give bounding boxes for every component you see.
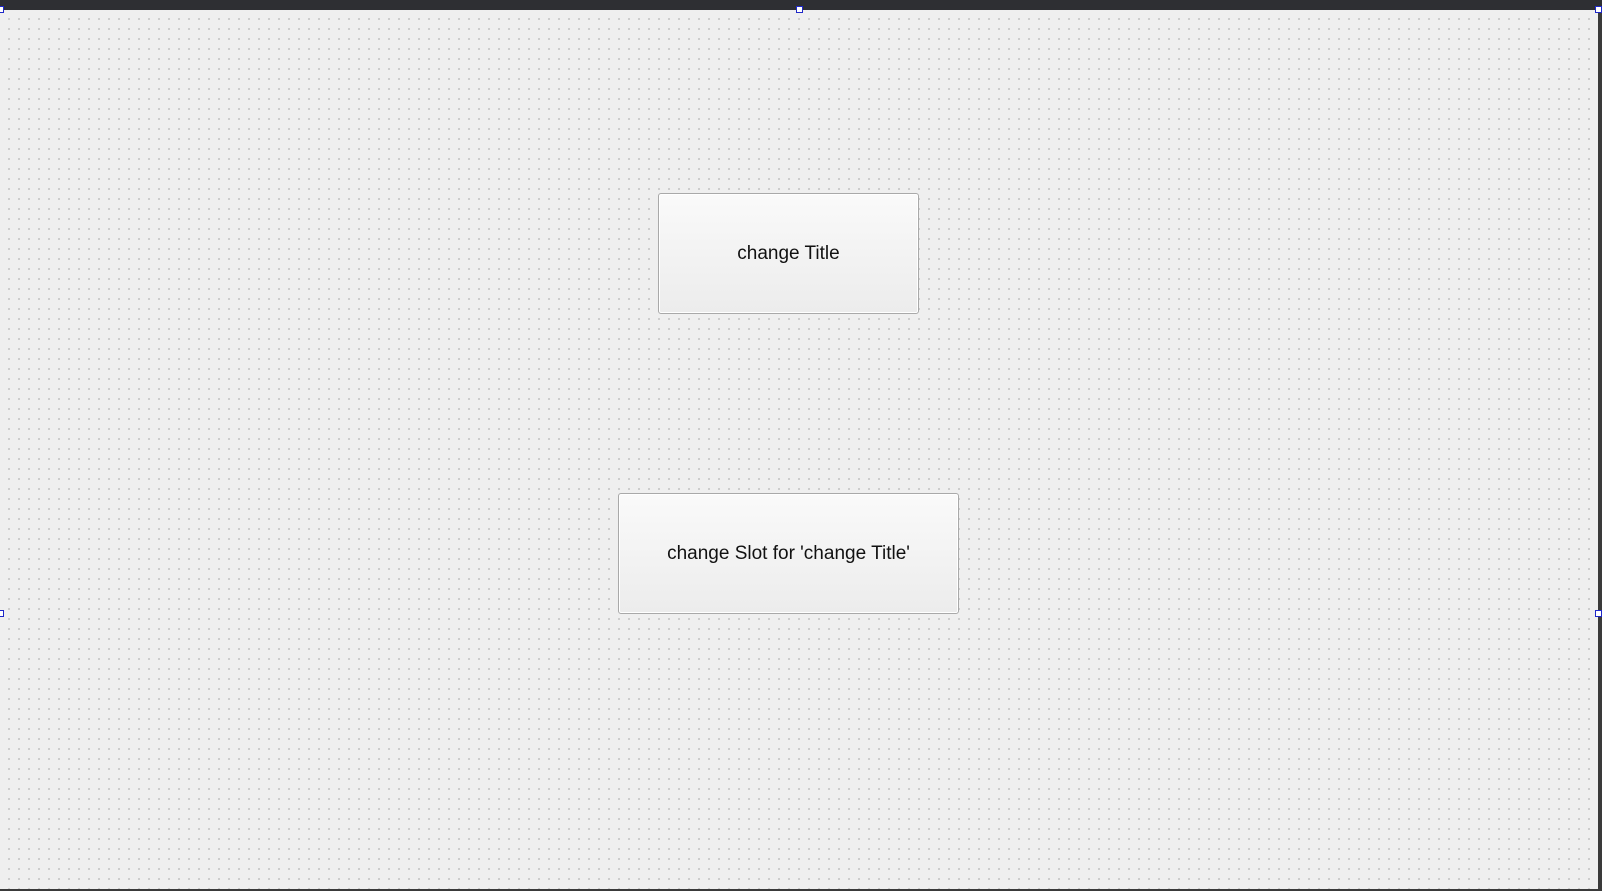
- resize-handle-top-center[interactable]: [796, 6, 803, 13]
- resize-handle-middle-right[interactable]: [1595, 610, 1602, 617]
- resize-handle-middle-left[interactable]: [0, 610, 4, 617]
- change-title-button[interactable]: change Title: [658, 193, 919, 314]
- resize-handle-top-left[interactable]: [0, 6, 4, 13]
- resize-handle-top-right[interactable]: [1595, 6, 1602, 13]
- change-slot-button[interactable]: change Slot for 'change Title': [618, 493, 959, 614]
- form-design-canvas[interactable]: change Title change Slot for 'change Tit…: [0, 10, 1602, 891]
